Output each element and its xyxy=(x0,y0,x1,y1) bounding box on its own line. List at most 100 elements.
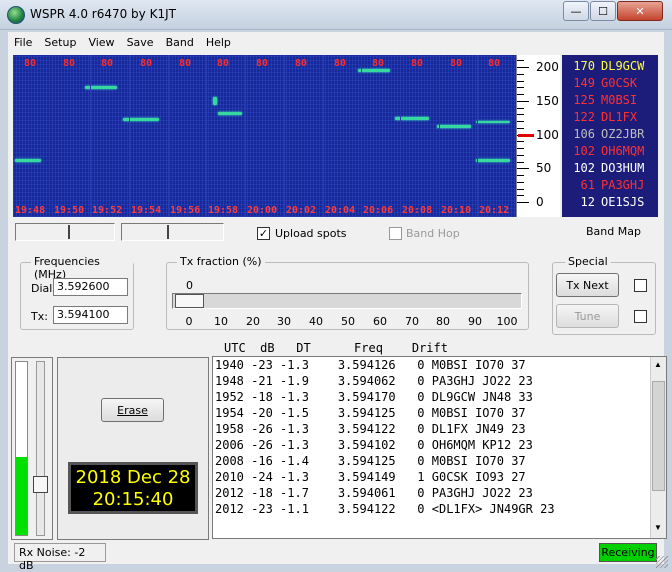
decode-row[interactable]: 2008 -16 -1.4 3.594125 0 M0BSI IO70 37 xyxy=(213,453,666,469)
tune-button[interactable]: Tune xyxy=(556,304,619,328)
waterfall-time-label: 19:56 xyxy=(170,205,201,216)
scale-tick xyxy=(517,114,524,115)
menu-file[interactable]: File xyxy=(8,36,38,49)
tx-fraction-slider-thumb[interactable] xyxy=(175,294,204,308)
brightness-slider-thumb[interactable] xyxy=(68,225,70,239)
decode-row[interactable]: 2010 -24 -1.3 3.594149 1 G0CSK IO93 27 xyxy=(213,469,666,485)
waterfall-time-label: 20:04 xyxy=(325,205,356,216)
menu-help[interactable]: Help xyxy=(200,36,237,49)
waterfall-time-label: 20:06 xyxy=(363,205,394,216)
band-map-callsign: OZ2JBR xyxy=(601,127,645,141)
band-map-callsign: OE1SJS xyxy=(601,195,645,209)
tx-next-checkbox[interactable] xyxy=(634,279,647,292)
waterfall-band-label: 80 xyxy=(450,58,463,69)
scrollbar-thumb[interactable] xyxy=(652,381,665,491)
tx-fraction-tick-label: 70 xyxy=(405,315,419,328)
scale-tick xyxy=(517,155,524,156)
decode-row[interactable]: 1948 -21 -1.9 3.594062 0 PA3GHJ JO22 23 xyxy=(213,373,666,389)
band-map-callsign: DL9GCW xyxy=(601,59,645,73)
minimize-button[interactable]: — xyxy=(563,1,589,21)
band-hop-checkbox[interactable] xyxy=(389,227,402,240)
upload-spots-label: Upload spots xyxy=(275,227,347,240)
signal-trace xyxy=(476,121,510,123)
waterfall-column-divider xyxy=(439,55,440,217)
status-bar xyxy=(8,542,664,564)
band-map-row: 102 DO3HUM xyxy=(562,160,658,177)
band-map-callsign: M0BSI xyxy=(601,93,638,107)
tx-fraction-slider[interactable] xyxy=(172,293,522,309)
signal-trace xyxy=(358,69,390,72)
scale-tick xyxy=(517,182,524,183)
waterfall-band-label: 80 xyxy=(372,58,385,69)
menu-save[interactable]: Save xyxy=(121,36,160,49)
decode-row[interactable]: 2012 -18 -1.7 3.594061 0 PA3GHJ JO22 23 xyxy=(213,485,666,501)
waterfall-column-divider xyxy=(361,55,362,217)
waterfall-column-divider xyxy=(477,55,478,217)
waterfall-band-label: 80 xyxy=(63,58,76,69)
waterfall-time-label: 20:08 xyxy=(402,205,433,216)
tx-fraction-tick-label: 0 xyxy=(185,315,193,328)
tune-checkbox[interactable] xyxy=(634,310,647,323)
resize-grip-icon[interactable] xyxy=(656,556,668,568)
tx-fraction-tick-label: 60 xyxy=(373,315,387,328)
scale-tick xyxy=(517,189,524,190)
contrast-slider[interactable] xyxy=(121,223,224,241)
decode-row[interactable]: 1954 -20 -1.5 3.594125 0 M0BSI IO70 37 xyxy=(213,405,666,421)
waterfall-display[interactable]: 80 19:48 80 19:50 80 19:52 80 19:54 80 19:56 80 19:… xyxy=(13,55,516,217)
tx-fraction-tick-label: 10 xyxy=(214,315,228,328)
decode-row[interactable]: 1958 -26 -1.3 3.594122 0 DL1FX JN49 23 xyxy=(213,421,666,437)
brightness-slider[interactable] xyxy=(15,223,115,241)
close-button[interactable]: ✕ xyxy=(617,1,663,21)
menu-band[interactable]: Band xyxy=(160,36,200,49)
scale-label: 100 xyxy=(536,128,559,142)
band-map-row: 12 OE1SJS xyxy=(562,194,658,211)
scale-label: 150 xyxy=(536,94,559,108)
scroll-up-arrow-icon[interactable]: ▲ xyxy=(654,360,662,369)
signal-trace xyxy=(218,112,242,115)
decode-row[interactable]: 1952 -18 -1.3 3.594170 0 DL9GCW JN48 33 xyxy=(213,389,666,405)
tx-next-button[interactable]: Tx Next xyxy=(556,273,619,297)
dial-frequency-input[interactable]: 3.592600 xyxy=(53,278,128,296)
decode-list[interactable]: 1940 -23 -1.3 3.594126 0 M0BSI IO70 37 19… xyxy=(212,356,667,539)
decode-row[interactable]: 2012 -23 -1.1 3.594122 0 <DL1FX> JN49GR … xyxy=(213,501,666,517)
decode-table-header: UTC dB DT Freq Drift xyxy=(224,341,448,355)
scale-tick xyxy=(517,81,524,82)
band-map-frequency: 61 xyxy=(580,178,595,192)
waterfall-band-label: 80 xyxy=(101,58,114,69)
maximize-button[interactable]: ☐ xyxy=(590,1,616,21)
band-map-row: 149 G0CSK xyxy=(562,75,658,92)
waterfall-time-label: 19:52 xyxy=(92,205,123,216)
scale-label: 0 xyxy=(536,195,544,209)
band-hop-label: Band Hop xyxy=(406,227,460,240)
scale-tick xyxy=(517,108,524,109)
scale-tick xyxy=(517,175,524,176)
signal-trace xyxy=(15,159,41,162)
tx-fraction-tick-label: 80 xyxy=(436,315,450,328)
scale-tick xyxy=(517,74,524,75)
decode-list-scrollbar[interactable]: ▲ ▼ xyxy=(650,357,666,538)
band-map-row: 61 PA3GHJ xyxy=(562,177,658,194)
rx-level-fill xyxy=(16,457,27,535)
upload-spots-checkbox[interactable]: ✓ xyxy=(257,227,270,240)
rx-gain-slider-thumb[interactable] xyxy=(33,476,48,493)
waterfall-column-divider xyxy=(206,55,207,217)
tx-frequency-input[interactable]: 3.594100 xyxy=(53,306,128,324)
decode-row[interactable]: 2006 -26 -1.3 3.594102 0 OH6MQM KP12 23 xyxy=(213,437,666,453)
scale-tick xyxy=(517,202,529,203)
tx-fraction-tick-label: 30 xyxy=(277,315,291,328)
decode-row[interactable]: 1940 -23 -1.3 3.594126 0 M0BSI IO70 37 xyxy=(213,357,666,373)
waterfall-band-label: 80 xyxy=(411,58,424,69)
scale-tick xyxy=(517,162,524,163)
contrast-slider-thumb[interactable] xyxy=(167,225,169,239)
tx-frequency-marker xyxy=(518,134,534,137)
erase-button[interactable]: Erase xyxy=(101,398,164,422)
tx-fraction-tick-label: 100 xyxy=(496,315,518,328)
band-map-frequency: 102 xyxy=(573,161,595,175)
scroll-down-arrow-icon[interactable]: ▼ xyxy=(654,523,662,532)
receiving-indicator: Receiving xyxy=(599,543,657,562)
band-map-callsign: OH6MQM xyxy=(601,144,645,158)
menu-setup[interactable]: Setup xyxy=(38,36,82,49)
rx-gain-slider[interactable] xyxy=(36,361,45,536)
clock-date: 2018 Dec 28 xyxy=(75,467,191,488)
menu-view[interactable]: View xyxy=(82,36,120,49)
